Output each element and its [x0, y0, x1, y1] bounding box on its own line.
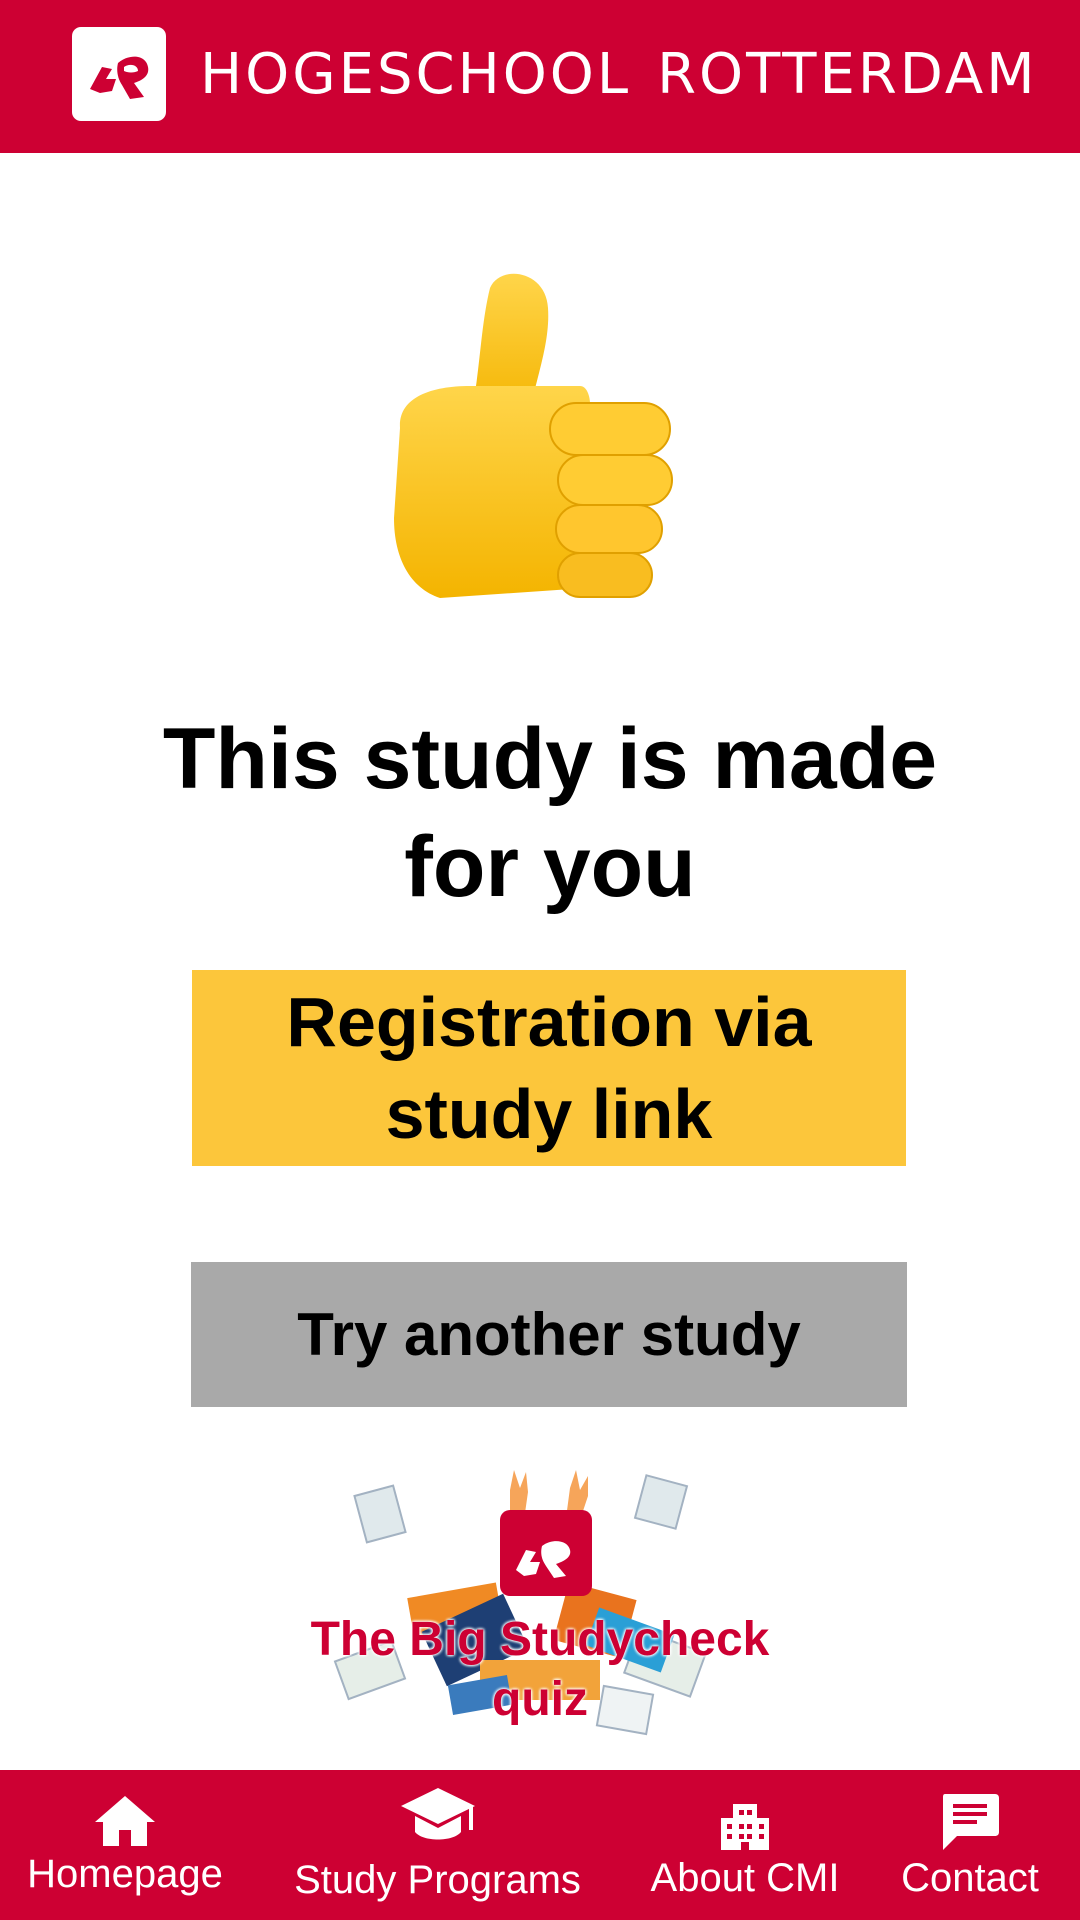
hr-logo-icon[interactable]	[72, 27, 166, 121]
app-header: HOGESCHOOL ROTTERDAM	[0, 0, 1080, 153]
result-headline: This study is made for you	[162, 711, 938, 915]
home-icon	[95, 1796, 155, 1846]
tab-about-cmi-label: About CMI	[650, 1856, 840, 1900]
tab-homepage-label: Homepage	[27, 1852, 223, 1896]
brand-word-1: HOGESCHOOL	[200, 42, 632, 107]
bottom-tab-bar: Homepage Study Programs About CMI Contac…	[0, 1770, 1080, 1920]
tab-about-cmi[interactable]: About CMI	[645, 1770, 845, 1920]
building-icon	[721, 1804, 769, 1850]
tab-contact[interactable]: Contact	[880, 1770, 1060, 1920]
try-another-study-button[interactable]: Try another study	[191, 1262, 907, 1407]
registration-button[interactable]: Registration via study link	[192, 970, 906, 1166]
tab-study-programs[interactable]: Study Programs	[285, 1770, 590, 1920]
brand-word-2: ROTTERDAM	[657, 42, 1038, 107]
chat-icon	[943, 1794, 999, 1850]
tab-study-programs-label: Study Programs	[294, 1858, 581, 1902]
thumbs-up-icon	[380, 268, 700, 600]
tab-homepage[interactable]: Homepage	[20, 1770, 230, 1920]
registration-button-label: Registration via study link	[286, 983, 812, 1153]
tab-contact-label: Contact	[901, 1856, 1039, 1900]
quiz-logo-title: The Big Studycheck quiz	[310, 1613, 770, 1726]
brand-name: HOGESCHOOL ROTTERDAM	[200, 40, 1038, 110]
graduation-cap-icon	[400, 1788, 475, 1840]
